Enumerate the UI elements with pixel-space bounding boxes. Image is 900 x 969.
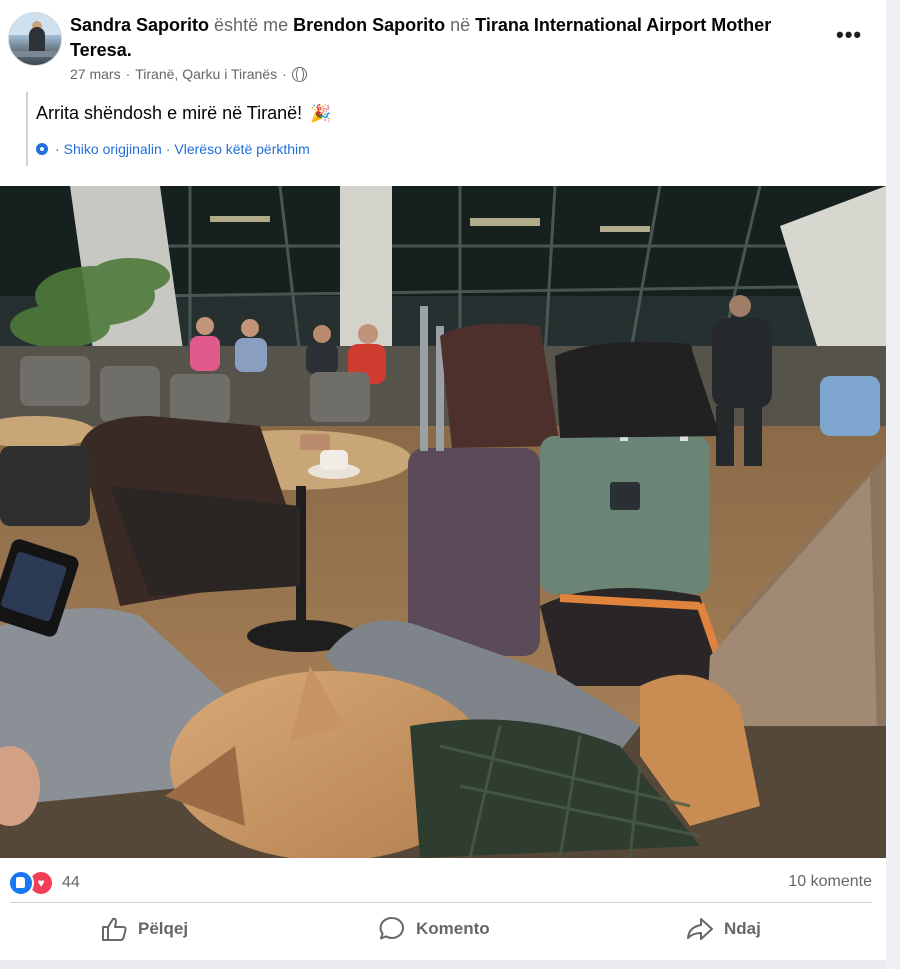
facebook-post: Sandra Saporito është me Brendon Saporit… bbox=[0, 0, 886, 969]
author-name[interactable]: Sandra Saporito bbox=[70, 15, 209, 35]
meta-separator: · bbox=[282, 66, 287, 82]
tagged-person[interactable]: Brendon Saporito bbox=[293, 15, 445, 35]
gear-icon bbox=[36, 143, 48, 155]
in-word: në bbox=[450, 15, 471, 35]
comment-button[interactable]: Komento bbox=[378, 916, 490, 942]
translation-separator: · bbox=[55, 141, 60, 157]
with-word: është me bbox=[214, 15, 289, 35]
comment-label: Komento bbox=[416, 919, 490, 938]
comments-count[interactable]: 10 komente bbox=[788, 873, 872, 891]
like-label: Pëlqej bbox=[138, 919, 189, 938]
party-popper-icon: 🎉 bbox=[310, 104, 332, 123]
see-original-link[interactable]: Shiko origjinalin bbox=[64, 141, 162, 157]
share-button[interactable]: Ndaj bbox=[686, 916, 761, 942]
more-options-icon[interactable]: ••• bbox=[836, 22, 862, 48]
reactions-summary[interactable]: ♥ 44 bbox=[8, 870, 80, 896]
action-bar: Pëlqej Komento Ndaj bbox=[0, 906, 886, 954]
meta-separator: · bbox=[125, 66, 131, 82]
photo-illustration bbox=[0, 186, 886, 858]
thumbs-up-icon bbox=[102, 917, 127, 941]
comment-bubble-icon bbox=[379, 916, 404, 940]
post-date[interactable]: 27 mars bbox=[70, 66, 121, 82]
like-button[interactable]: Pëlqej bbox=[100, 916, 188, 942]
rate-translation-link[interactable]: Vlerëso këtë përkthim bbox=[174, 141, 309, 157]
post-meta: 27 mars · Tiranë, Qarku i Tiranës · bbox=[70, 66, 307, 82]
globe-icon[interactable] bbox=[291, 66, 307, 82]
divider bbox=[10, 902, 872, 903]
page-background-edge bbox=[886, 0, 900, 969]
translation-quote-bar bbox=[26, 92, 28, 166]
share-label: Ndaj bbox=[724, 919, 761, 938]
reaction-count: 44 bbox=[62, 874, 80, 891]
post-header: Sandra Saporito është me Brendon Saporit… bbox=[70, 15, 772, 60]
like-reaction-icon bbox=[8, 870, 34, 896]
post-bottom-separator bbox=[0, 960, 886, 969]
post-text: Arrita shëndosh e mirë në Tiranë! 🎉 bbox=[36, 103, 331, 124]
translation-separator: · bbox=[165, 141, 171, 157]
post-text-body: Arrita shëndosh e mirë në Tiranë! bbox=[36, 103, 303, 123]
post-place[interactable]: Tiranë, Qarku i Tiranës bbox=[135, 66, 277, 82]
share-arrow-icon bbox=[687, 918, 713, 940]
post-photo[interactable] bbox=[0, 186, 886, 858]
translation-links: · Shiko origjinalin · Vlerëso këtë përkt… bbox=[36, 141, 310, 157]
avatar[interactable] bbox=[8, 12, 62, 66]
